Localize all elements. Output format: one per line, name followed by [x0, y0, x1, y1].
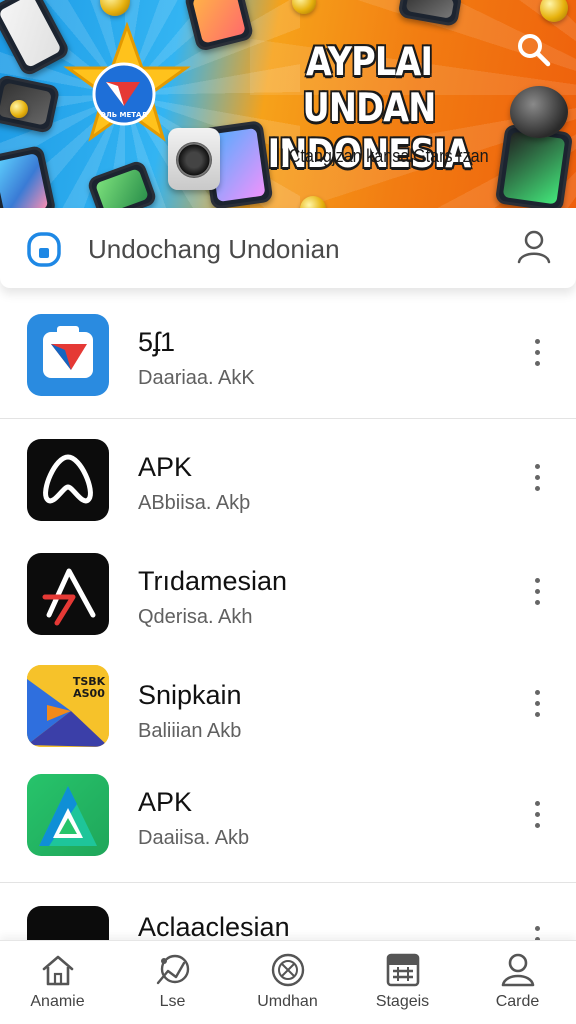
- more-options-icon[interactable]: [530, 801, 546, 831]
- app-subtitle: ABbiisa. Akþ: [138, 492, 251, 514]
- list-item[interactable]: 5ʄ1 Daariaa. AkK: [0, 305, 576, 405]
- svg-text:AS00: AS00: [73, 687, 105, 700]
- list-item[interactable]: APK Daaiisa. Akb: [0, 765, 576, 865]
- news-icon: [386, 953, 420, 987]
- more-options-icon[interactable]: [530, 464, 546, 494]
- app-name: 5ʄ1: [138, 327, 176, 357]
- divider: [0, 418, 576, 419]
- promo-banner[interactable]: ЭЛЬ МЕТАЛ AYPLAI UNDAN INDONESIA | Ctang…: [0, 0, 576, 210]
- nav-item-use[interactable]: Lse: [115, 941, 230, 1024]
- app-icon: [27, 314, 109, 396]
- nav-label: Anamie: [30, 993, 85, 1010]
- more-options-icon[interactable]: [530, 339, 546, 369]
- app-icon: [27, 439, 109, 521]
- nav-label: Stageis: [375, 993, 430, 1010]
- nav-label: Carde: [495, 993, 540, 1010]
- home-icon: [42, 955, 74, 986]
- more-options-icon[interactable]: [530, 926, 546, 940]
- list-item[interactable]: Aclaaclesian: [0, 898, 576, 940]
- nav-item-home[interactable]: Anamie: [0, 941, 115, 1024]
- list-item[interactable]: TSBK AS00 Snipkain Baliiian Akb: [0, 658, 576, 758]
- search-input[interactable]: Undochang Undonian: [88, 234, 340, 265]
- bottom-navigation: Anamie Lse Umdhan Stageis Carde: [0, 940, 576, 1024]
- app-subtitle: Daariaa. AkK: [138, 367, 255, 389]
- app-icon: [27, 906, 109, 940]
- search-icon[interactable]: [512, 28, 556, 72]
- app-name: APK: [138, 452, 193, 482]
- more-options-icon[interactable]: [530, 578, 546, 608]
- divider: [0, 882, 576, 883]
- globe-icon: [271, 953, 305, 987]
- app-name: APK: [138, 787, 193, 817]
- star-logo-icon: ЭЛЬ МЕТАЛ: [63, 22, 191, 142]
- app-icon: [27, 774, 109, 856]
- nav-item-profile[interactable]: Carde: [460, 941, 575, 1024]
- list-item[interactable]: Trıdamesian Qderisa. Akh: [0, 544, 576, 644]
- app-name: Aclaaclesian: [138, 912, 290, 940]
- profile-icon[interactable]: [516, 228, 552, 264]
- banner-subtitle: | Ctangjzan kansalGtars rzan: [280, 146, 489, 166]
- compass-icon: [156, 954, 190, 985]
- svg-text:ЭЛЬ МЕТАЛ: ЭЛЬ МЕТАЛ: [101, 111, 148, 119]
- coin-image: [10, 100, 28, 118]
- nav-item-stages[interactable]: Stageis: [345, 941, 460, 1024]
- app-name: Snipkain: [138, 680, 242, 710]
- app-subtitle: Qderisa. Akh: [138, 606, 253, 628]
- nav-item-umdhan[interactable]: Umdhan: [230, 941, 345, 1024]
- list-item[interactable]: APK ABbiisa. Akþ: [0, 430, 576, 530]
- speaker-image: [510, 86, 568, 138]
- app-subtitle: Baliiian Akb: [138, 720, 242, 742]
- lock-icon: [27, 232, 61, 267]
- more-options-icon[interactable]: [530, 690, 546, 720]
- app-name: Trıdamesian: [138, 566, 288, 596]
- nav-label: Lse: [159, 993, 186, 1010]
- nav-label: Umdhan: [257, 993, 318, 1010]
- app-subtitle: Daaiisa. Akb: [138, 827, 250, 849]
- user-icon: [501, 953, 535, 987]
- app-icon: [27, 553, 109, 635]
- app-icon: TSBK AS00: [27, 665, 109, 747]
